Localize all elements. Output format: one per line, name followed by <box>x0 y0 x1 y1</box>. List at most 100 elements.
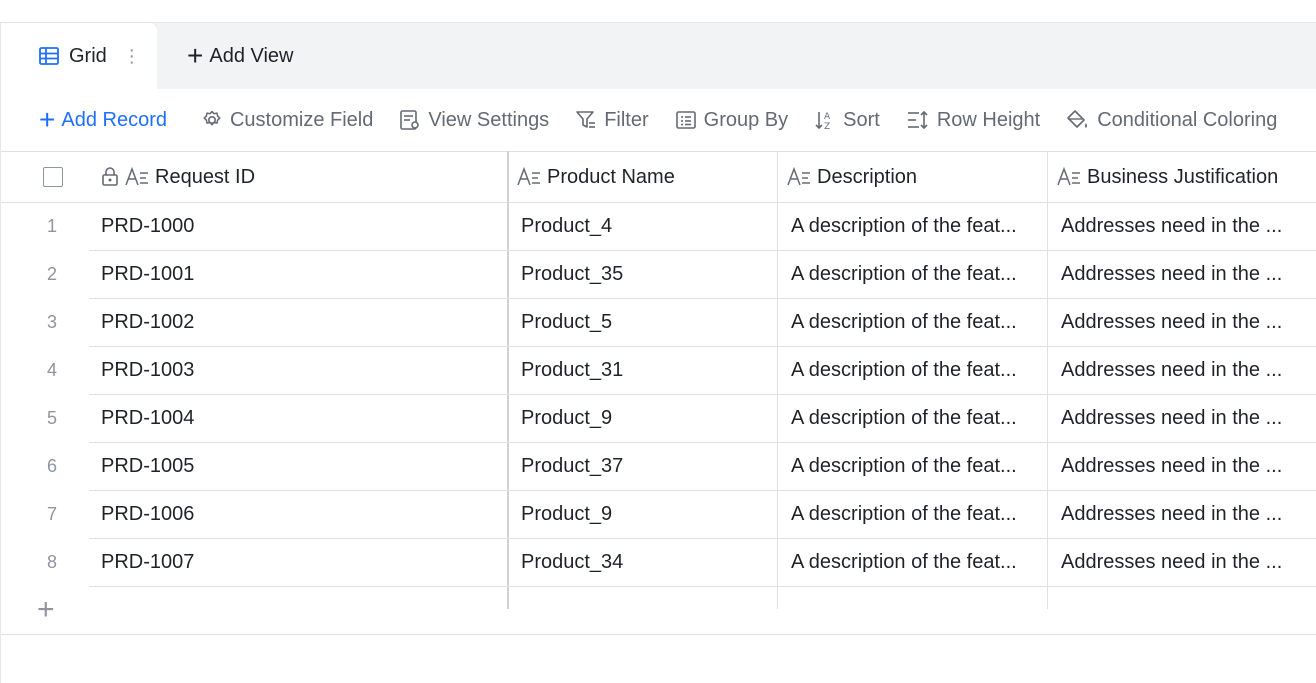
add-row-button[interactable]: + <box>1 587 1316 635</box>
cell-business-justification[interactable]: Addresses need in the ... <box>1061 251 1316 298</box>
num-text: 6 <box>47 456 58 476</box>
table-row[interactable]: 8 PRD-1007 Product_34 A description of t… <box>1 539 1316 587</box>
cell-description[interactable]: A description of the feat... <box>791 443 1043 490</box>
request-id-text: PRD-1000 <box>101 215 195 237</box>
plus-icon: + <box>187 40 204 71</box>
table-row[interactable]: 3 PRD-1002 Product_5 A description of th… <box>1 299 1316 347</box>
description-text: A description of the feat... <box>791 407 1017 429</box>
cell-product-name[interactable]: Product_37 <box>521 443 771 490</box>
product-text: Product_37 <box>521 455 624 477</box>
cell-request-id[interactable]: PRD-1007 <box>101 539 501 586</box>
cell-product-name[interactable]: Product_35 <box>521 251 771 298</box>
cell-business-justification[interactable]: Addresses need in the ... <box>1061 491 1316 538</box>
justification-text: Addresses need in the ... <box>1061 503 1283 525</box>
request-id-text: PRD-1007 <box>101 551 195 573</box>
tab-grid[interactable]: Grid ⋮ <box>1 23 157 89</box>
svg-text:Z: Z <box>824 122 830 131</box>
table-row[interactable]: 2 PRD-1001 Product_35 A description of t… <box>1 251 1316 299</box>
row-number: 7 <box>1 491 105 538</box>
cell-request-id[interactable]: PRD-1002 <box>101 299 501 346</box>
description-text: A description of the feat... <box>791 215 1017 237</box>
row-number: 2 <box>1 251 105 298</box>
cell-business-justification[interactable]: Addresses need in the ... <box>1061 539 1316 586</box>
cell-request-id[interactable]: PRD-1000 <box>101 203 501 250</box>
table-row[interactable]: 6 PRD-1005 Product_37 A description of t… <box>1 443 1316 491</box>
grid-table-icon <box>39 47 59 65</box>
cell-request-id[interactable]: PRD-1006 <box>101 491 501 538</box>
cell-product-name[interactable]: Product_5 <box>521 299 771 346</box>
justification-text: Addresses need in the ... <box>1061 263 1283 285</box>
cell-business-justification[interactable]: Addresses need in the ... <box>1061 395 1316 442</box>
group-by-label: Group By <box>703 108 789 131</box>
cell-business-justification[interactable]: Addresses need in the ... <box>1061 347 1316 394</box>
table-row[interactable]: 1 PRD-1000 Product_4 A description of th… <box>1 203 1316 251</box>
table-row[interactable]: 5 PRD-1004 Product_9 A description of th… <box>1 395 1316 443</box>
cell-description[interactable]: A description of the feat... <box>791 203 1043 250</box>
column-header-business-justification[interactable]: Business Justification <box>1057 152 1316 202</box>
description-text: A description of the feat... <box>791 551 1017 573</box>
justification-text: Addresses need in the ... <box>1061 551 1283 573</box>
cell-request-id[interactable]: PRD-1004 <box>101 395 501 442</box>
filter-button[interactable]: Filter <box>575 109 649 132</box>
row-number: 8 <box>1 539 105 586</box>
num-text: 1 <box>47 216 58 236</box>
cell-request-id[interactable]: PRD-1003 <box>101 347 501 394</box>
conditional-coloring-label: Conditional Coloring <box>1097 108 1278 131</box>
justification-text: Addresses need in the ... <box>1061 215 1283 237</box>
add-record-button[interactable]: + Add Record <box>39 106 167 134</box>
cell-description[interactable]: A description of the feat... <box>791 395 1043 442</box>
conditional-coloring-button[interactable]: Conditional Coloring <box>1066 109 1277 132</box>
grid-header: Request ID Product Name Description Busi… <box>1 151 1316 203</box>
description-text: A description of the feat... <box>791 311 1017 333</box>
customize-field-label: Customize Field <box>229 108 374 131</box>
cell-business-justification[interactable]: Addresses need in the ... <box>1061 299 1316 346</box>
product-text: Product_9 <box>521 503 613 525</box>
justification-text: Addresses need in the ... <box>1061 407 1283 429</box>
add-view-button[interactable]: + Add View <box>187 23 294 89</box>
sort-label: Sort <box>843 108 880 131</box>
row-number: 4 <box>1 347 105 394</box>
justification-text: Addresses need in the ... <box>1061 455 1283 477</box>
cell-description[interactable]: A description of the feat... <box>791 251 1043 298</box>
cell-product-name[interactable]: Product_34 <box>521 539 771 586</box>
paint-bucket-icon <box>1067 110 1088 128</box>
justification-text: Addresses need in the ... <box>1061 359 1283 381</box>
view-settings-button[interactable]: View Settings <box>399 109 549 132</box>
row-height-icon <box>907 110 928 130</box>
customize-field-button[interactable]: Customize Field <box>201 109 373 132</box>
tab-more-icon[interactable]: ⋮ <box>123 47 141 65</box>
grid-view-frame: Grid ⋮ + Add View + Add Record Customize… <box>0 22 1316 683</box>
cell-business-justification[interactable]: Addresses need in the ... <box>1061 443 1316 490</box>
tab-grid-label: Grid <box>69 44 107 67</box>
column-header-product-name[interactable]: Product Name <box>517 152 777 202</box>
cell-description[interactable]: A description of the feat... <box>791 347 1043 394</box>
column-header-request-id[interactable]: Request ID <box>101 152 507 202</box>
justification-text: Addresses need in the ... <box>1061 311 1283 333</box>
table-row[interactable]: 4 PRD-1003 Product_31 A description of t… <box>1 347 1316 395</box>
request-id-text: PRD-1004 <box>101 407 195 429</box>
cell-business-justification[interactable]: Addresses need in the ... <box>1061 203 1316 250</box>
cell-description[interactable]: A description of the feat... <box>791 539 1043 586</box>
num-text: 8 <box>47 552 58 572</box>
product-text: Product_9 <box>521 407 613 429</box>
cell-request-id[interactable]: PRD-1001 <box>101 251 501 298</box>
select-all-checkbox[interactable] <box>43 167 63 187</box>
text-field-icon <box>1057 167 1080 186</box>
row-height-label: Row Height <box>936 108 1041 131</box>
cell-product-name[interactable]: Product_31 <box>521 347 771 394</box>
cell-product-name[interactable]: Product_9 <box>521 491 771 538</box>
column-label: Business Justification <box>1087 165 1279 188</box>
add-record-label: Add Record <box>61 108 167 131</box>
cell-request-id[interactable]: PRD-1005 <box>101 443 501 490</box>
sort-button[interactable]: AZ Sort <box>814 109 880 132</box>
cell-description[interactable]: A description of the feat... <box>791 491 1043 538</box>
row-number: 5 <box>1 395 105 442</box>
cell-description[interactable]: A description of the feat... <box>791 299 1043 346</box>
table-row[interactable]: 7 PRD-1006 Product_9 A description of th… <box>1 491 1316 539</box>
request-id-text: PRD-1003 <box>101 359 195 381</box>
cell-product-name[interactable]: Product_9 <box>521 395 771 442</box>
row-height-button[interactable]: Row Height <box>906 109 1040 132</box>
group-by-button[interactable]: Group By <box>675 109 788 132</box>
column-header-description[interactable]: Description <box>787 152 1047 202</box>
cell-product-name[interactable]: Product_4 <box>521 203 771 250</box>
